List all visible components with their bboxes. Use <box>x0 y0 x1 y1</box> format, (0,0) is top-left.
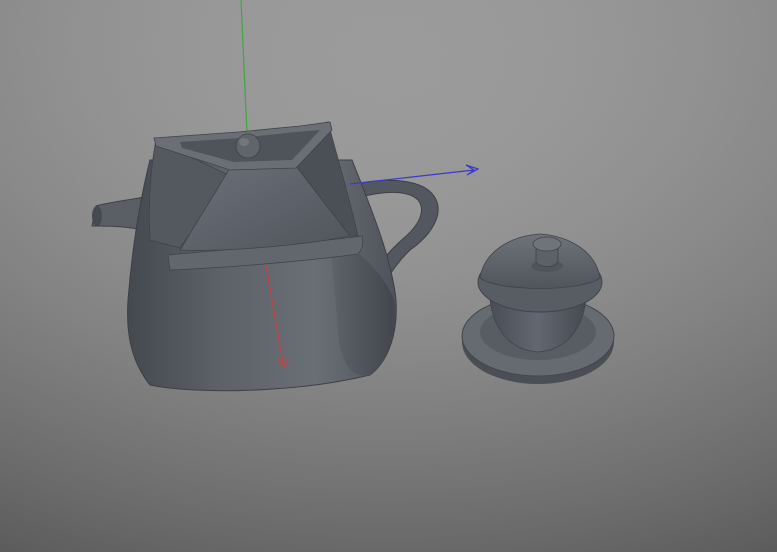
teapot-lid-knob-highlight <box>239 138 249 146</box>
teapot-lid-knob <box>235 133 261 159</box>
lid-knob-top <box>532 236 562 252</box>
teapot-spout-opening <box>92 206 102 226</box>
3d-viewport[interactable] <box>0 0 777 552</box>
